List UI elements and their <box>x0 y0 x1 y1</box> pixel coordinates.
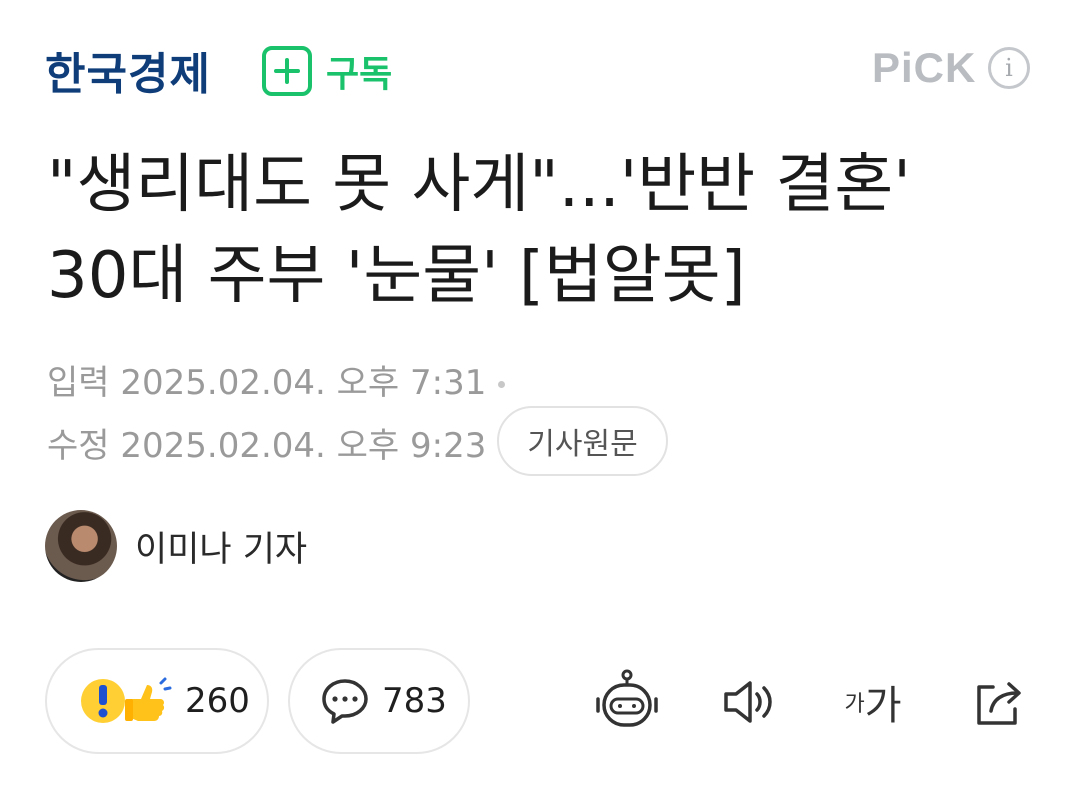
font-size-icon[interactable]: 가가 <box>838 662 908 742</box>
author-name: 이미나 기자 <box>135 529 308 570</box>
separator-dot <box>498 381 506 388</box>
reaction-button[interactable]: 260 <box>45 648 269 754</box>
article-title-line-1: "생리대도 못 사게"...'반반 결혼' <box>47 148 911 222</box>
top-bar: 한국경제 구독 PiCK i <box>0 0 1080 136</box>
modified-date: 수정 2025.02.04. 오후 9:23 <box>47 426 487 466</box>
comment-count: 783 <box>382 681 447 721</box>
published-date: 입력 2025.02.04. 오후 7:31 <box>47 355 506 404</box>
share-icon[interactable] <box>970 662 1030 742</box>
reaction-icon <box>79 673 173 729</box>
comment-button[interactable]: 783 <box>288 648 470 754</box>
article-title: "생리대도 못 사게"...'반반 결혼' 30대 주부 '눈물' [법알못] <box>47 140 1047 322</box>
robot-summary-icon[interactable] <box>592 662 662 742</box>
original-article-button[interactable]: 기사원문 <box>497 406 668 476</box>
press-logo[interactable]: 한국경제 <box>45 38 211 102</box>
reaction-count: 260 <box>185 681 250 721</box>
subscribe-label: 구독 <box>326 54 393 95</box>
subscribe-button[interactable]: 구독 <box>262 44 392 98</box>
comment-icon <box>320 676 370 726</box>
author-byline[interactable]: 이미나 기자 <box>45 510 307 582</box>
info-icon[interactable]: i <box>988 47 1030 89</box>
article-title-line-2: 30대 주부 '눈물' [법알못] <box>47 239 746 313</box>
published-date-text: 입력 2025.02.04. 오후 7:31 <box>47 363 487 403</box>
pick-badge: PiCK <box>872 44 977 91</box>
speaker-icon[interactable] <box>720 662 780 742</box>
plus-icon <box>262 46 312 96</box>
author-avatar <box>45 510 117 582</box>
